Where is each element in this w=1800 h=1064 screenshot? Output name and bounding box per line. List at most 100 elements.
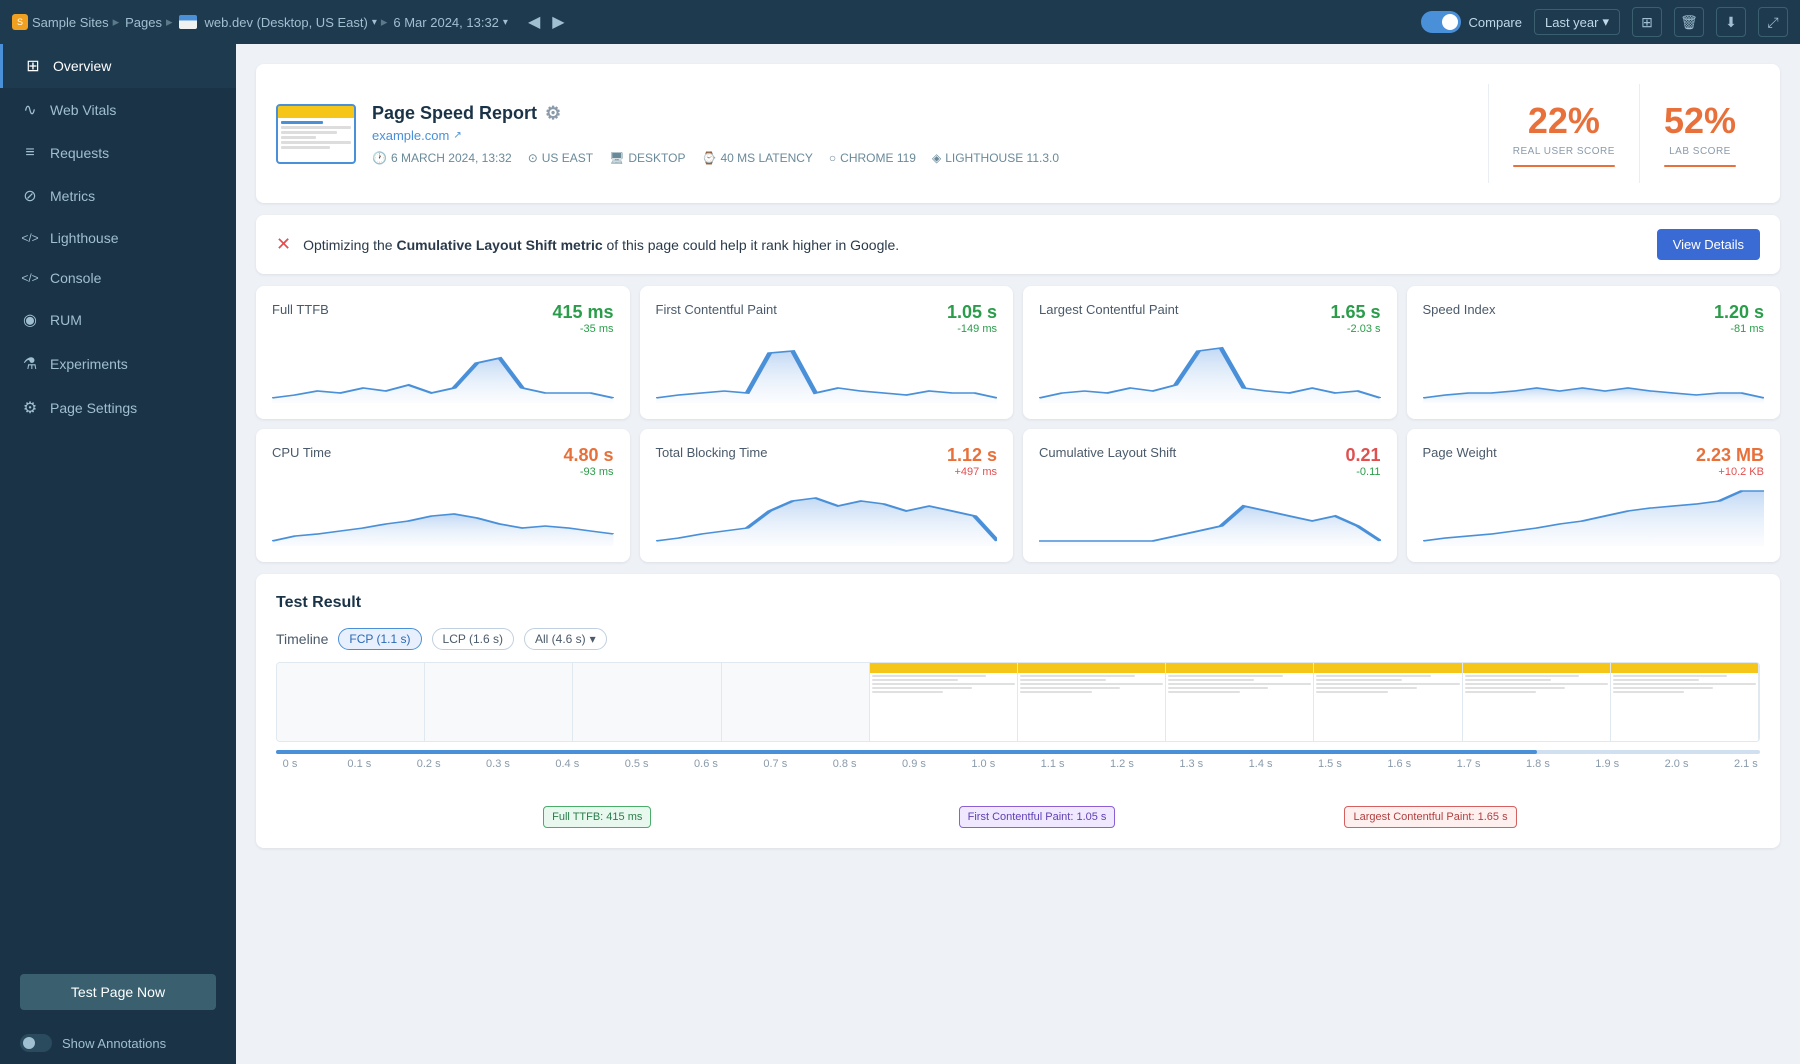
alert-bar: ✕ Optimizing the Cumulative Layout Shift… bbox=[256, 215, 1780, 274]
lab-score-underline bbox=[1664, 165, 1736, 167]
share-button[interactable]: ⤢ bbox=[1758, 7, 1788, 37]
breadcrumb-date[interactable]: 6 Mar 2024, 13:32 ▾ bbox=[393, 15, 508, 30]
device-icon: 🖥 bbox=[609, 151, 624, 165]
meta-date: 🕐 6 MARCH 2024, 13:32 bbox=[372, 151, 512, 165]
report-url[interactable]: example.com ↗ bbox=[372, 128, 1472, 143]
ruler-tick: 0.9 s bbox=[900, 758, 928, 770]
dropdown-icon: ▾ bbox=[372, 17, 377, 28]
metric-name: Page Weight bbox=[1423, 445, 1497, 460]
sidebar-item-metrics[interactable]: ⊘ Metrics bbox=[0, 174, 236, 218]
metric-name: CPU Time bbox=[272, 445, 331, 460]
metric-chart bbox=[1039, 343, 1381, 403]
chart-svg bbox=[1039, 343, 1381, 403]
breadcrumb-pages[interactable]: Pages ▸ bbox=[125, 14, 172, 30]
timeline-frame bbox=[1611, 663, 1759, 741]
real-user-score-card: 22% REAL USER SCORE bbox=[1488, 84, 1639, 183]
ruler-ticks: 0 s0.1 s0.2 s0.3 s0.4 s0.5 s0.6 s0.7 s0.… bbox=[276, 758, 1760, 770]
ruler-tick: 1.3 s bbox=[1177, 758, 1205, 770]
ruler-tick: 1.7 s bbox=[1455, 758, 1483, 770]
lab-score-value: 52% bbox=[1664, 100, 1736, 142]
sidebar-item-rum[interactable]: ◉ RUM bbox=[0, 298, 236, 342]
sidebar-item-experiments[interactable]: ⚗ Experiments bbox=[0, 342, 236, 386]
metrics-icon: ⊘ bbox=[20, 186, 40, 206]
metric-header: Largest Contentful Paint 1.65 s -2.03 s bbox=[1039, 302, 1381, 335]
chart-svg bbox=[656, 486, 998, 546]
sidebar-item-web-vitals[interactable]: ∿ Web Vitals bbox=[0, 88, 236, 132]
metric-name: First Contentful Paint bbox=[656, 302, 777, 317]
metric-delta: -2.03 s bbox=[1330, 323, 1380, 335]
overview-icon: ⊞ bbox=[23, 56, 43, 76]
timeline-frame bbox=[573, 663, 721, 741]
lcp-tag[interactable]: LCP (1.6 s) bbox=[432, 628, 514, 650]
meta-device: 🖥 DESKTOP bbox=[609, 151, 685, 165]
metric-delta: -81 ms bbox=[1714, 323, 1764, 335]
metric-value-wrap: 1.12 s +497 ms bbox=[947, 445, 997, 478]
sidebar-item-console[interactable]: </> Console bbox=[0, 258, 236, 298]
web-vitals-icon: ∿ bbox=[20, 100, 40, 120]
all-dropdown[interactable]: All (4.6 s) ▾ bbox=[524, 628, 607, 650]
compare-toggle[interactable] bbox=[1421, 11, 1461, 33]
breadcrumb-sample-sites[interactable]: S Sample Sites ▸ bbox=[12, 14, 119, 30]
fcp-tag[interactable]: FCP (1.1 s) bbox=[338, 628, 421, 650]
dropdown-icon: ▾ bbox=[503, 17, 508, 28]
chart-svg bbox=[272, 486, 614, 546]
progress-bar-wrap bbox=[276, 750, 1760, 754]
metric-name: Total Blocking Time bbox=[656, 445, 768, 460]
view-details-button[interactable]: View Details bbox=[1657, 229, 1760, 260]
ruler-tick: 1.9 s bbox=[1593, 758, 1621, 770]
delete-button[interactable]: 🗑 bbox=[1674, 7, 1704, 37]
error-icon: ✕ bbox=[276, 234, 291, 255]
ruler-tick: 1.5 s bbox=[1316, 758, 1344, 770]
report-meta: 🕐 6 MARCH 2024, 13:32 ⊙ US EAST 🖥 DESKTO… bbox=[372, 151, 1472, 165]
annotations-toggle[interactable] bbox=[20, 1034, 52, 1052]
settings-icon[interactable]: ⚙ bbox=[545, 103, 561, 124]
sidebar-item-lighthouse[interactable]: </> Lighthouse bbox=[0, 218, 236, 258]
prev-button[interactable]: ◀ bbox=[524, 8, 544, 36]
chart-svg bbox=[1039, 486, 1381, 546]
metric-card-largest-contentful-paint: Largest Contentful Paint 1.65 s -2.03 s bbox=[1023, 286, 1397, 419]
timeline-frame bbox=[277, 663, 425, 741]
chevron-icon: ▸ bbox=[381, 14, 388, 30]
ruler-tick: 0.7 s bbox=[761, 758, 789, 770]
metric-card-page-weight: Page Weight 2.23 MB +10.2 KB bbox=[1407, 429, 1781, 562]
timeline-label: Timeline bbox=[276, 631, 328, 647]
metric-value-wrap: 415 ms -35 ms bbox=[552, 302, 613, 335]
metric-value-wrap: 0.21 -0.11 bbox=[1345, 445, 1380, 478]
show-annotations-row: Show Annotations bbox=[0, 1022, 236, 1064]
download-button[interactable]: ⬇ bbox=[1716, 7, 1746, 37]
last-year-button[interactable]: Last year ▾ bbox=[1534, 9, 1620, 35]
metric-value-wrap: 1.65 s -2.03 s bbox=[1330, 302, 1380, 335]
metric-delta: -0.11 bbox=[1345, 466, 1380, 478]
sites-icon: S bbox=[12, 14, 28, 30]
metric-value: 0.21 bbox=[1345, 445, 1380, 466]
sidebar-item-overview[interactable]: ⊞ Overview bbox=[0, 44, 236, 88]
location-icon: ⊙ bbox=[528, 151, 538, 165]
topbar-right: Compare Last year ▾ ⊞ 🗑 ⬇ ⤢ bbox=[1421, 7, 1788, 37]
sidebar-item-requests[interactable]: ≡ Requests bbox=[0, 132, 236, 174]
ruler-tick: 1.4 s bbox=[1247, 758, 1275, 770]
next-button[interactable]: ▶ bbox=[548, 8, 568, 36]
topbar: S Sample Sites ▸ Pages ▸ web.dev (Deskto… bbox=[0, 0, 1800, 44]
lcp-marker: Largest Contentful Paint: 1.65 s bbox=[1344, 806, 1516, 828]
metric-value: 1.20 s bbox=[1714, 302, 1764, 323]
dropdown-chevron-icon: ▾ bbox=[590, 632, 596, 646]
timeline-frame bbox=[1166, 663, 1314, 741]
annotations-label: Show Annotations bbox=[62, 1036, 166, 1051]
new-tab-button[interactable]: ⊞ bbox=[1632, 7, 1662, 37]
ruler-tick: 2.1 s bbox=[1732, 758, 1760, 770]
timeline-header: Timeline FCP (1.1 s) LCP (1.6 s) All (4.… bbox=[276, 628, 1760, 650]
requests-icon: ≡ bbox=[20, 144, 40, 162]
ruler-tick: 2.0 s bbox=[1663, 758, 1691, 770]
test-page-now-button[interactable]: Test Page Now bbox=[20, 974, 216, 1010]
ruler-tick: 0.4 s bbox=[553, 758, 581, 770]
ruler-tick: 0.8 s bbox=[831, 758, 859, 770]
metric-header: Cumulative Layout Shift 0.21 -0.11 bbox=[1039, 445, 1381, 478]
sidebar: ⊞ Overview ∿ Web Vitals ≡ Requests ⊘ Met… bbox=[0, 44, 236, 1064]
metric-name: Speed Index bbox=[1423, 302, 1496, 317]
breadcrumb-webdev[interactable]: web.dev (Desktop, US East) ▾ ▸ bbox=[179, 14, 388, 30]
metric-value-wrap: 4.80 s -93 ms bbox=[563, 445, 613, 478]
fcp-marker: First Contentful Paint: 1.05 s bbox=[959, 806, 1116, 828]
ruler-bar bbox=[276, 750, 1760, 754]
sidebar-item-page-settings[interactable]: ⚙ Page Settings bbox=[0, 386, 236, 430]
ruler-tick: 1.1 s bbox=[1039, 758, 1067, 770]
